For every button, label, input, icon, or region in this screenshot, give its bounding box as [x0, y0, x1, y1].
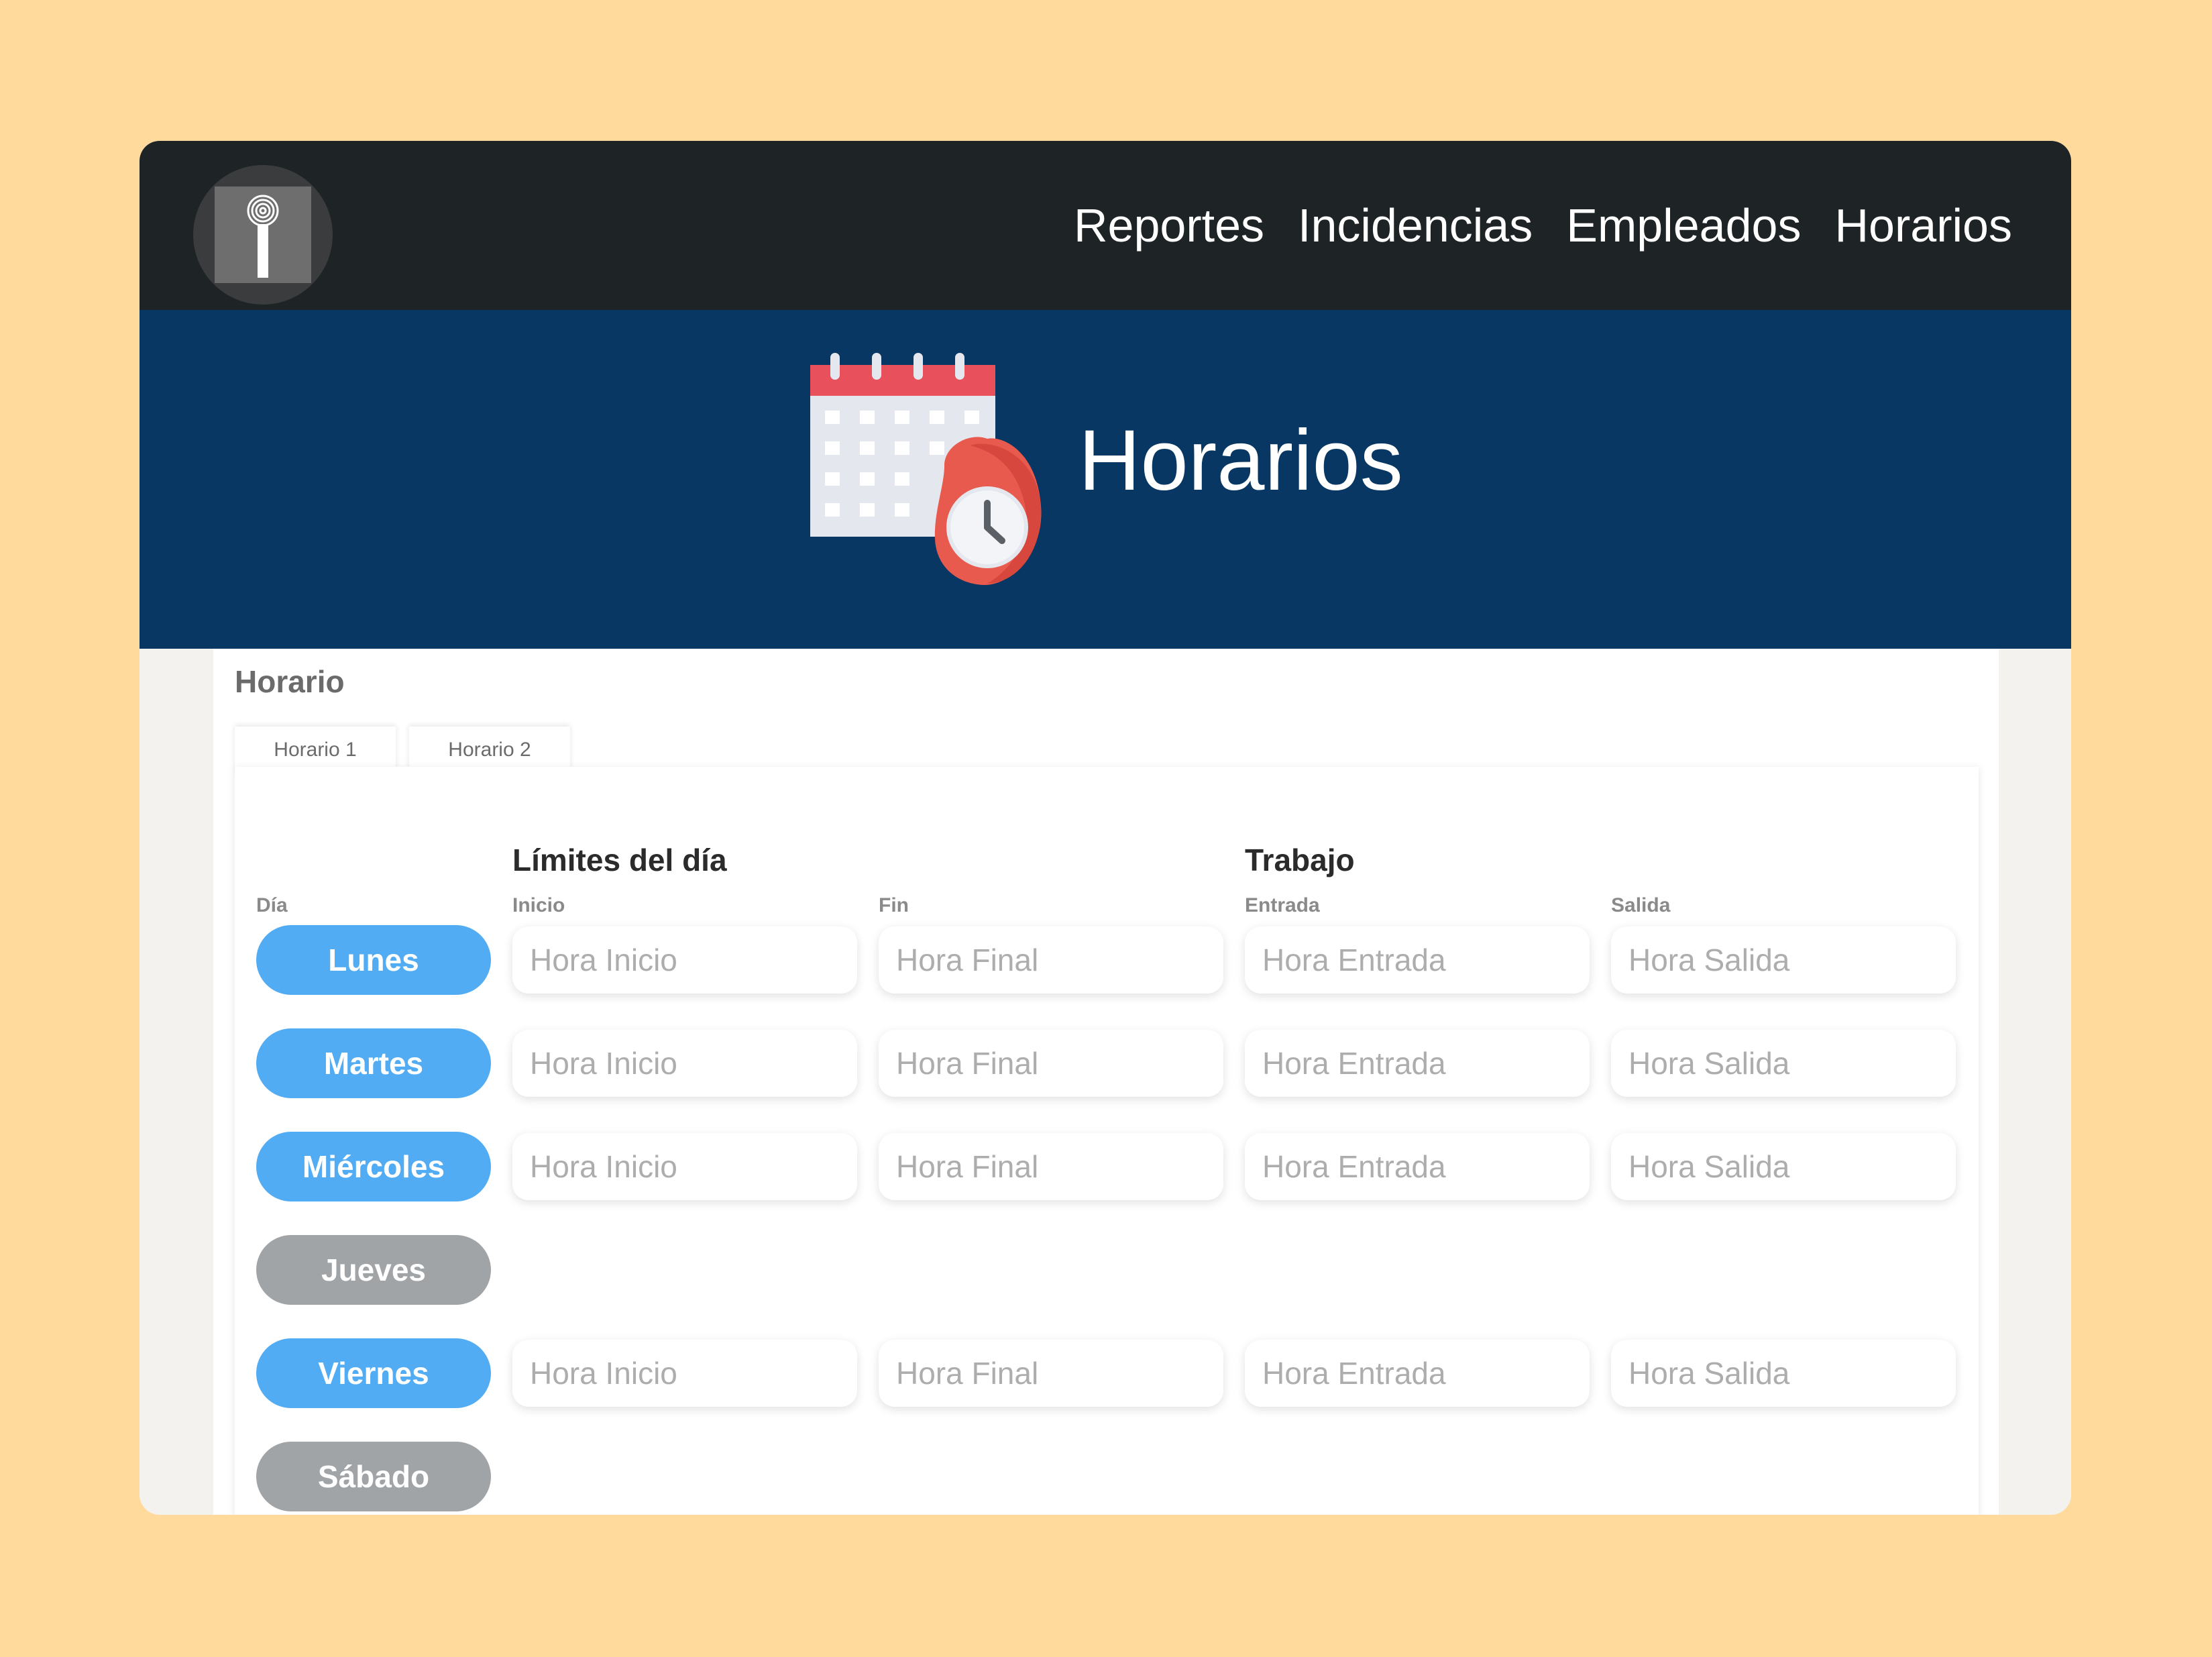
card-title: Horario	[235, 664, 345, 699]
day-toggle-jueves[interactable]: Jueves	[256, 1235, 491, 1305]
app-window: Reportes Incidencias Empleados Horarios	[140, 141, 2071, 1515]
nav-link-reportes[interactable]: Reportes	[1074, 199, 1264, 252]
exit-time-input-viernes[interactable]	[1611, 1340, 1956, 1407]
hero-title: Horarios	[1079, 413, 1403, 509]
section-heading-limits: Límites del día	[512, 843, 727, 877]
day-toggle-sabado[interactable]: Sábado	[256, 1442, 491, 1511]
start-time-input-martes[interactable]	[512, 1030, 857, 1097]
day-toggle-miercoles[interactable]: Miércoles	[256, 1132, 491, 1201]
calendar-clock-icon	[810, 353, 1042, 586]
hero-banner: Horarios	[140, 310, 2071, 649]
column-label-entry: Entrada	[1245, 894, 1320, 916]
entry-time-input-lunes[interactable]	[1245, 926, 1590, 994]
nav-link-horarios[interactable]: Horarios	[1834, 199, 2012, 252]
end-time-input-lunes[interactable]	[879, 926, 1223, 994]
end-time-input-martes[interactable]	[879, 1030, 1223, 1097]
end-time-input-miercoles[interactable]	[879, 1133, 1223, 1200]
start-time-input-lunes[interactable]	[512, 926, 857, 994]
column-label-day: Día	[256, 894, 288, 916]
entry-time-input-martes[interactable]	[1245, 1030, 1590, 1097]
start-time-input-miercoles[interactable]	[512, 1133, 857, 1200]
day-toggle-lunes[interactable]: Lunes	[256, 925, 491, 995]
column-label-end: Fin	[879, 894, 909, 916]
entry-time-input-viernes[interactable]	[1245, 1340, 1590, 1407]
schedule-card: Horario Horario 1 Horario 2 Límites del …	[213, 649, 1999, 1515]
exit-time-input-miercoles[interactable]	[1611, 1133, 1956, 1200]
column-label-start: Inicio	[512, 894, 565, 916]
exit-time-input-martes[interactable]	[1611, 1030, 1956, 1097]
logo[interactable]	[193, 165, 333, 305]
exit-time-input-lunes[interactable]	[1611, 926, 1956, 994]
entry-time-input-miercoles[interactable]	[1245, 1133, 1590, 1200]
schedule-panel: Límites del día Trabajo Día Inicio Fin E…	[235, 767, 1979, 1515]
section-heading-work: Trabajo	[1245, 843, 1355, 877]
nav-link-empleados[interactable]: Empleados	[1566, 199, 1801, 252]
fingerprint-logo-icon	[215, 186, 311, 283]
top-navbar: Reportes Incidencias Empleados Horarios	[140, 141, 2071, 310]
nav-link-incidencias[interactable]: Incidencias	[1298, 199, 1533, 252]
end-time-input-viernes[interactable]	[879, 1340, 1223, 1407]
day-toggle-viernes[interactable]: Viernes	[256, 1338, 491, 1408]
day-toggle-martes[interactable]: Martes	[256, 1028, 491, 1098]
start-time-input-viernes[interactable]	[512, 1340, 857, 1407]
column-label-exit: Salida	[1611, 894, 1671, 916]
nav-links: Reportes Incidencias Empleados Horarios	[1074, 141, 2012, 310]
